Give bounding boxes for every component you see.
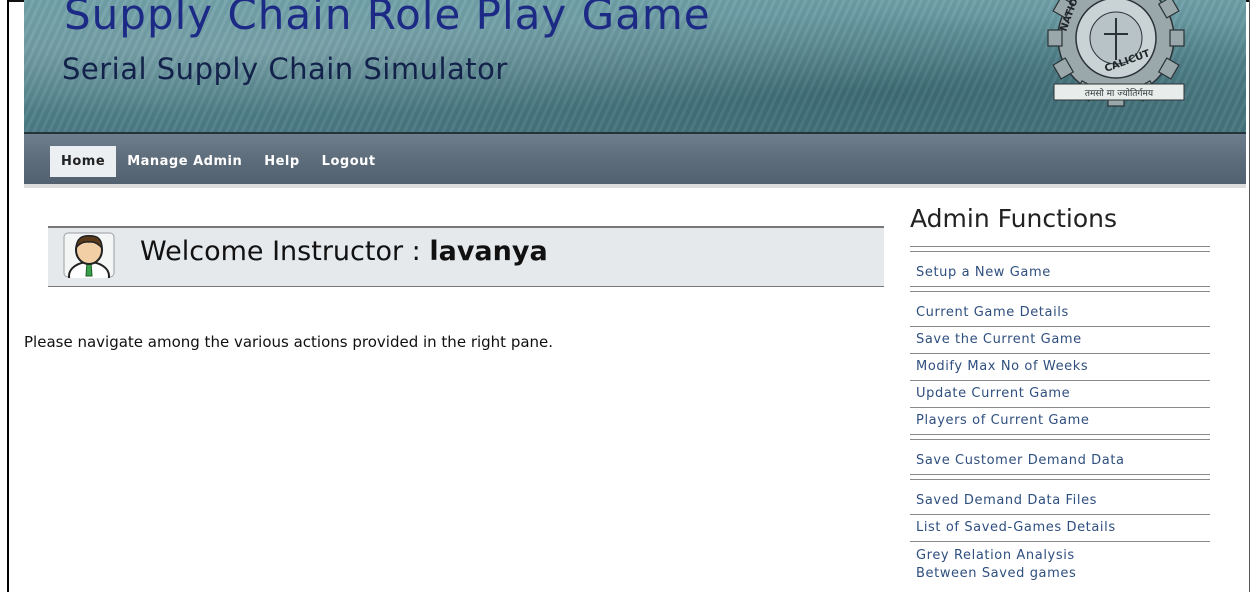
institute-gear-logo: NATIONAL CALICUT तमसो मा ज्योतिर्गमय	[1047, 0, 1185, 107]
svg-text:तमसो मा ज्योतिर्गमय: तमसो मा ज्योतिर्गमय	[1085, 87, 1154, 99]
admin-link-save-customer-demand[interactable]: Save Customer Demand Data	[910, 448, 1210, 474]
nav-home-link[interactable]: Home	[50, 146, 117, 177]
page-frame-left	[7, 0, 9, 592]
nav-manage-admin-link[interactable]: Manage Admin	[116, 146, 253, 177]
username: lavanya	[429, 236, 548, 267]
site-subtitle: Serial Supply Chain Simulator	[62, 52, 508, 86]
welcome-panel: Welcome Instructor : lavanya	[48, 226, 884, 287]
site-title: Supply Chain Role Play Game	[64, 0, 711, 39]
admin-functions-list: Setup a New Game Current Game Details Sa…	[910, 246, 1210, 587]
admin-link-current-game-details[interactable]: Current Game Details	[910, 300, 1210, 326]
grey-relation-line2: Between Saved games	[916, 566, 1077, 581]
main-nav: Home Manage Admin Help Logout	[24, 134, 1246, 188]
site-banner: Supply Chain Role Play Game Serial Suppl…	[24, 0, 1246, 135]
user-avatar-icon	[63, 232, 115, 278]
page-frame-right	[1249, 0, 1250, 592]
admin-link-saved-games-list[interactable]: List of Saved-Games Details	[910, 515, 1210, 541]
admin-link-grey-relation-analysis[interactable]: Grey Relation Analysis Between Saved gam…	[910, 542, 1210, 587]
admin-functions-title: Admin Functions	[910, 204, 1117, 233]
admin-link-modify-max-weeks[interactable]: Modify Max No of Weeks	[910, 354, 1210, 380]
grey-relation-line1: Grey Relation Analysis	[916, 548, 1075, 563]
nav-help-link[interactable]: Help	[253, 146, 310, 177]
welcome-heading: Welcome Instructor : lavanya	[140, 236, 548, 267]
admin-link-save-current-game[interactable]: Save the Current Game	[910, 327, 1210, 353]
instructions-text: Please navigate among the various action…	[24, 333, 554, 351]
admin-link-update-current-game[interactable]: Update Current Game	[910, 381, 1210, 407]
nav-logout-link[interactable]: Logout	[311, 146, 387, 177]
admin-link-setup-new-game[interactable]: Setup a New Game	[910, 260, 1210, 286]
welcome-prefix: Welcome Instructor :	[140, 236, 430, 267]
admin-link-players-current-game[interactable]: Players of Current Game	[910, 408, 1210, 434]
admin-link-saved-demand-files[interactable]: Saved Demand Data Files	[910, 488, 1210, 514]
